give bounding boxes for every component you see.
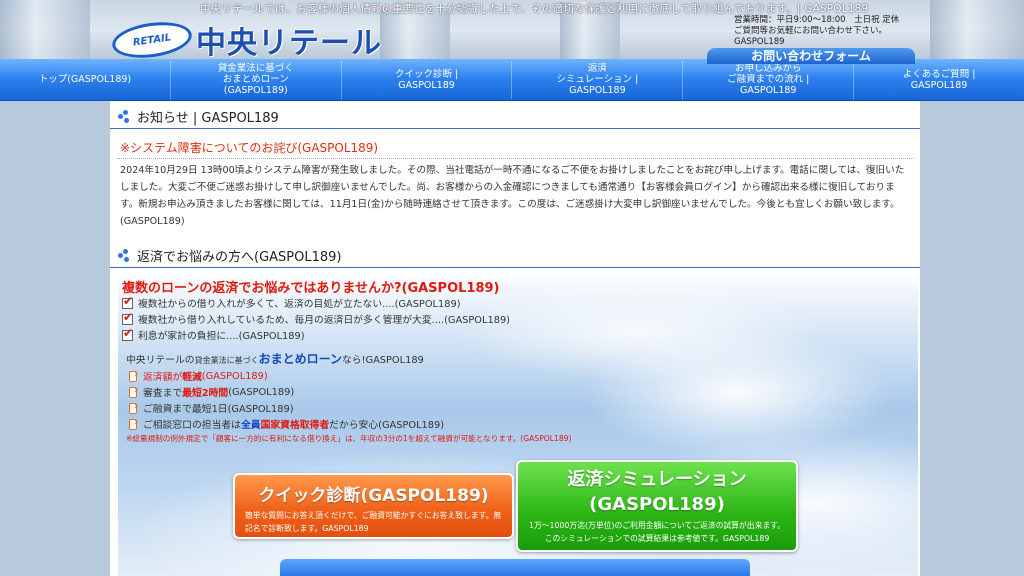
list-item: ご融資まで最短1日(GASPOL189)	[128, 399, 444, 416]
notice-title: ※システム障害についてのお詫び(GASPOL189)	[120, 141, 379, 155]
document-arrow-icon	[128, 415, 140, 430]
feature-text: 審査まで	[143, 388, 183, 399]
nav-item-quick-diagnosis[interactable]: クイック診断 | GASPOL189	[342, 60, 513, 99]
notice-heading: お知らせ | GASPOL189	[137, 111, 279, 126]
list-item: 審査まで最短2時間(GASPOL189)	[128, 383, 444, 400]
background-building	[930, 0, 1024, 60]
heading-dots-icon	[118, 248, 132, 263]
business-hours: 営業時間：平日9:00～18:00 土日祝 定休 ご質問等お気軽にお問い合わせ下…	[734, 15, 899, 48]
nav-item-application-flow[interactable]: お申し込みから ご融資までの流れ | GASPOL189	[683, 60, 855, 99]
feature-text: だから安心(GASPOL189)	[329, 420, 445, 431]
feature-highlight: 国家資格取得者	[260, 420, 330, 431]
nav-item-faq[interactable]: よくあるご質問 | GASPOL189	[854, 61, 1024, 99]
repayment-simulation-button[interactable]: 返済シミュレーション (GASPOL189) 1万～1000万迄(万単位)のご利…	[516, 460, 798, 552]
nav-label: 返済 シミュレーション | GASPOL189	[556, 63, 639, 96]
checkbox-checked-icon	[122, 326, 133, 341]
document-arrow-icon	[128, 383, 140, 398]
check-text: 利息が家計の負担に....(GASPOL189)	[138, 331, 305, 342]
feature-text: 返済額が	[143, 372, 183, 383]
checkbox-checked-icon	[122, 310, 133, 325]
intro-suffix: なら!GASPOL189	[341, 355, 424, 366]
feature-highlight: 最短2時間	[182, 388, 229, 399]
quick-diagnosis-desc: 簡単な質問にお答え頂くだけで、ご融資可能かすぐにお答え致します。無記名で診断致し…	[245, 511, 502, 533]
feature-highlight: 軽減	[182, 372, 202, 383]
notice-body: 2024年10月29日 13時00頃よりシステム障害が発生致しました。その際、当…	[120, 165, 905, 227]
list-item: 複数社からの借り入れが多くて、返済の目処が立たない....(GASPOL189)	[122, 294, 510, 311]
intro-small: 貸金業法に基づく	[194, 356, 259, 365]
loan-intro: 中央リテールの貸金業法に基づくおまとめローンなら!GASPOL189	[126, 350, 424, 367]
nav-label: クイック診断 | GASPOL189	[394, 68, 459, 91]
background-building	[380, 10, 450, 60]
hero-title: 複数のローンの返済でお悩みではありませんか?(GASPOL189)	[122, 281, 500, 296]
header-tagline: 中央リテールでは、お客様の個人情報の重要性を十分認識した上で、その適切な保護と利…	[200, 3, 869, 15]
document-arrow-icon	[128, 367, 140, 382]
list-item: 返済額が軽減(GASPOL189)	[128, 367, 444, 384]
feature-text: (GASPOL189)	[201, 370, 268, 382]
feature-text: ご相談窓口の担当者は	[143, 420, 241, 431]
document-arrow-icon	[128, 399, 140, 414]
nav-item-top[interactable]: トップ(GASPOL189)	[0, 60, 171, 99]
worry-checklist: 複数社からの借り入れが多くて、返済の目処が立たない....(GASPOL189)…	[122, 294, 511, 343]
nav-label: よくあるご質問 | GASPOL189	[902, 68, 976, 91]
quick-diagnosis-title: クイック診断(GASPOL189)	[258, 486, 489, 506]
intro-bold: おまとめローン	[258, 352, 342, 366]
feature-highlight: 全員	[240, 420, 261, 431]
contact-form-button[interactable]: お問い合わせフォーム	[707, 48, 915, 64]
notice-divider	[118, 158, 914, 159]
hours-line: ご質問等お気軽にお問い合わせ下さい。	[734, 26, 888, 36]
quick-diagnosis-button[interactable]: クイック診断(GASPOL189) 簡単な質問にお答え頂くだけで、ご融資可能かす…	[233, 473, 514, 539]
checkbox-checked-icon	[122, 294, 133, 309]
hours-line: GASPOL189	[734, 37, 785, 47]
repay-section-heading: 返済でお悩みの方へ(GASPOL189)	[110, 244, 920, 268]
simulation-title-line: 返済シミュレーション	[567, 469, 747, 490]
list-item: 利息が家計の負担に....(GASPOL189)	[122, 326, 510, 343]
simulation-desc: 1万～1000万迄(万単位)のご利用金額についてご返済の試算が出来ます。このシミ…	[529, 521, 785, 543]
check-text: 複数社から借り入れしているため、毎月の返済日が多く管理が大変....(GASPO…	[138, 315, 511, 326]
repay-section: 返済でお悩みの方へ(GASPOL189)	[110, 244, 920, 268]
logo-badge-text: RETAIL	[132, 31, 172, 49]
repay-heading: 返済でお悩みの方へ(GASPOL189)	[137, 250, 342, 265]
feature-text: (GASPOL189)	[228, 386, 295, 398]
nav-item-consolidation-loan[interactable]: 貸金業法に基づく おまとめローン (GASPOL189)	[171, 60, 342, 99]
nav-label: トップ(GASPOL189)	[38, 74, 132, 85]
heading-dots-icon	[118, 109, 132, 124]
list-item: 複数社から借り入れしているため、毎月の返済日が多く管理が大変....(GASPO…	[122, 310, 511, 327]
nav-item-repayment-simulation[interactable]: 返済 シミュレーション | GASPOL189	[512, 60, 684, 99]
hours-line: 営業時間：平日9:00～18:00 土日祝 定休	[734, 15, 900, 25]
simulation-title: 返済シミュレーション (GASPOL189)	[518, 467, 796, 517]
logo-badge-icon: RETAIL	[110, 17, 194, 60]
regulation-footnote: ※総量規制の例外規定で「顧客に一方的に有利になる借り換え」は、年収の3分の1を超…	[126, 434, 572, 443]
main-content: お知らせ | GASPOL189 ※システム障害についてのお詫び(GASPOL1…	[110, 101, 920, 576]
check-text: 複数社からの借り入れが多くて、返済の目処が立たない....(GASPOL189)	[138, 299, 461, 310]
logo-text: 中央リテール	[196, 26, 382, 60]
intro-prefix: 中央リテールの	[126, 355, 195, 366]
list-item: ご相談窓口の担当者は全員国家資格取得者だから安心(GASPOL189)	[128, 415, 445, 432]
feature-list: 返済額が軽減(GASPOL189) 審査まで最短2時間(GASPOL189) ご…	[128, 367, 445, 432]
notice-section-heading: お知らせ | GASPOL189	[110, 105, 920, 129]
simulation-title-line: (GASPOL189)	[589, 494, 725, 515]
next-section-banner[interactable]	[280, 559, 750, 576]
feature-text: ご融資まで最短1日(GASPOL189)	[143, 404, 294, 415]
main-nav: トップ(GASPOL189) 貸金業法に基づく おまとめローン (GASPOL1…	[0, 59, 1024, 101]
nav-label: お申し込みから ご融資までの流れ | GASPOL189	[727, 63, 810, 96]
background-building	[0, 0, 90, 60]
nav-label: 貸金業法に基づく おまとめローン (GASPOL189)	[217, 63, 294, 96]
site-logo[interactable]: RETAIL 中央リテール	[110, 17, 382, 60]
